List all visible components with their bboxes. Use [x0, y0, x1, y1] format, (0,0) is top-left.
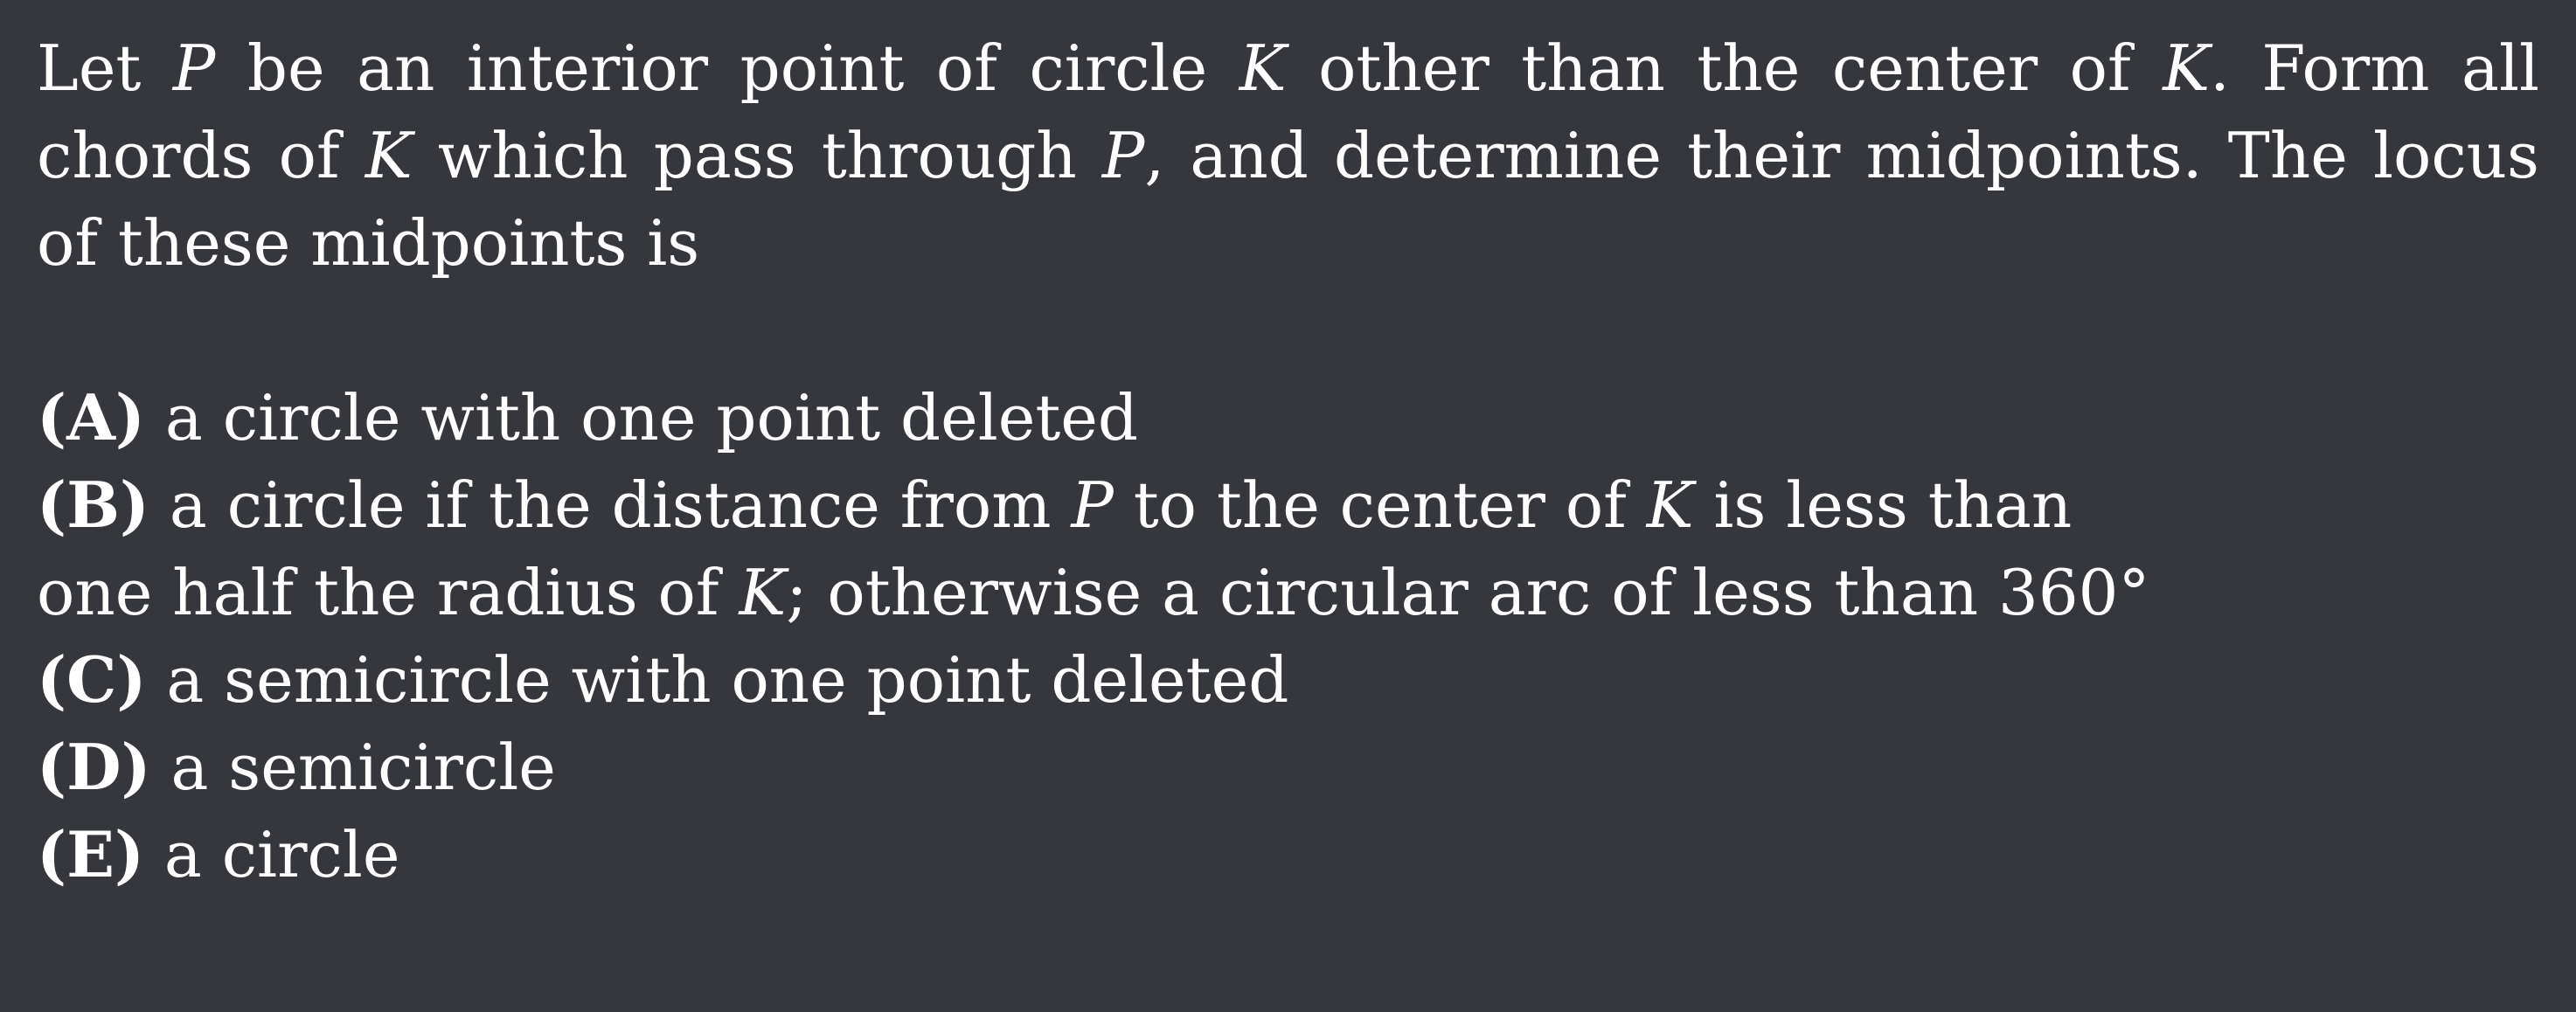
problem-text: which pass through [412, 119, 1102, 192]
choice-b: (B) a circle if the distance from P to t… [37, 461, 2178, 636]
point-p-symbol: P [172, 31, 216, 105]
choice-label: (D) [37, 730, 151, 804]
choice-c: (C) a semicircle with one point deleted [37, 636, 2178, 724]
choice-text: a circle with one point deleted [145, 381, 1139, 454]
choice-label: (B) [37, 468, 149, 542]
choice-text: a semicircle with one point deleted [146, 643, 1289, 717]
problem-page: Let P be an interior point of circle K o… [0, 0, 2576, 1012]
circle-k-symbol: K [739, 556, 787, 629]
problem-text: other than the center of [1286, 31, 2163, 105]
problem-text: be an interior point of circle [215, 31, 1239, 105]
circle-k-symbol: K [1239, 31, 1287, 105]
choice-label: (A) [37, 380, 145, 454]
choice-a: (A) a circle with one point deleted [37, 374, 2178, 461]
choice-text: to the center of [1113, 468, 1647, 542]
choice-e: (E) a circle [37, 811, 2178, 898]
answer-choices: (A) a circle with one point deleted (B) … [37, 374, 2178, 898]
point-p-symbol: P [1071, 468, 1114, 542]
choice-text: a semicircle [150, 731, 556, 804]
choice-label: (C) [37, 642, 147, 717]
problem-text: Let [37, 31, 173, 105]
circle-k-symbol: K [2163, 31, 2210, 105]
choice-text: ; otherwise a circular arc of less than … [786, 556, 2150, 629]
circle-k-symbol: K [365, 119, 413, 192]
choice-text: a circle [144, 818, 400, 891]
choice-d: (D) a semicircle [37, 724, 2178, 811]
circle-k-symbol: K [1646, 468, 1694, 542]
choice-label: (E) [37, 817, 145, 891]
problem-statement: Let P be an interior point of circle K o… [37, 24, 2539, 287]
point-p-symbol: P [1101, 119, 1145, 192]
choice-text: a circle if the distance from [149, 468, 1072, 542]
